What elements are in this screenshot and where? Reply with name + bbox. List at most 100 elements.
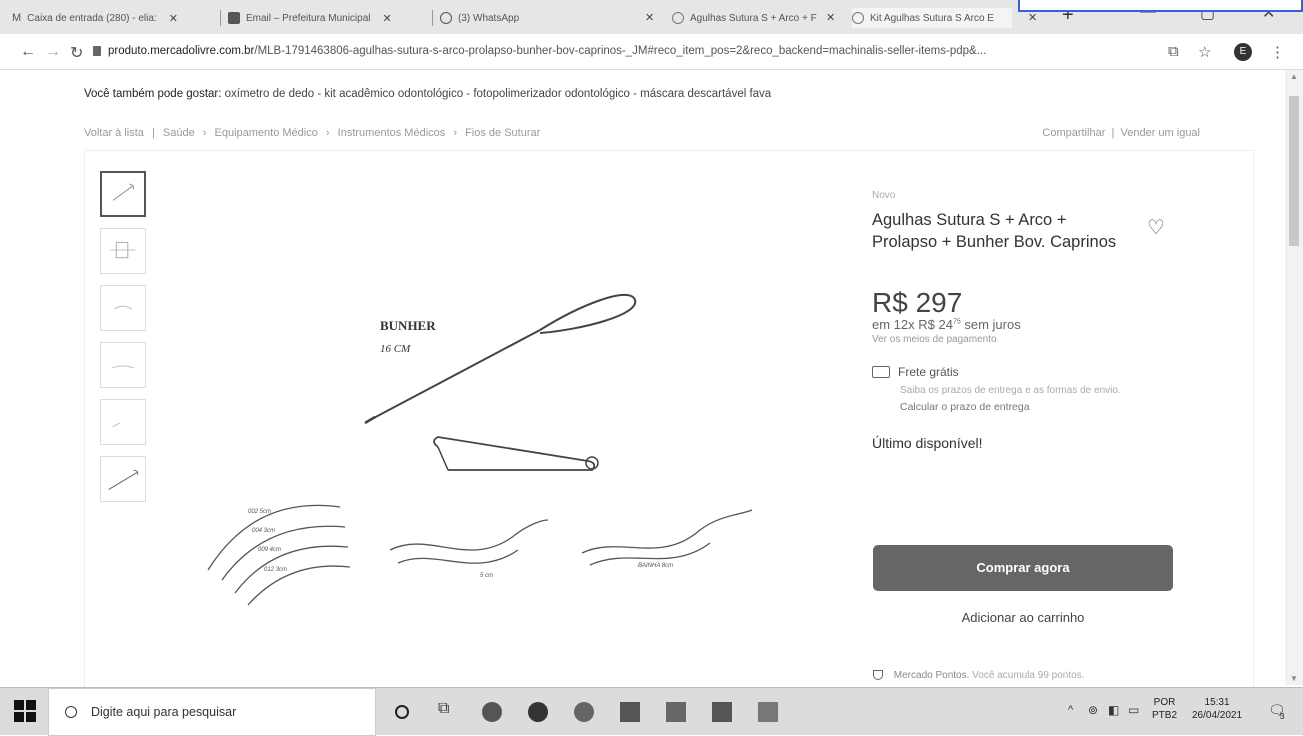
forward-arrow-icon[interactable]: → <box>45 43 61 61</box>
breadcrumb-item[interactable]: Equipamento Médico <box>215 127 318 139</box>
language-indicator[interactable]: POR PTB2 <box>1152 696 1177 722</box>
prolapse-pin-drawing <box>433 436 599 471</box>
installments-suffix: sem juros <box>964 317 1021 332</box>
taskbar-search-input[interactable]: Digite aqui para pesquisar <box>48 688 376 736</box>
windows-start-icon[interactable] <box>14 700 36 722</box>
arc-needles-drawing <box>207 504 351 606</box>
points-label: Mercado Pontos. <box>893 670 970 681</box>
product-info-panel: Novo Agulhas Sutura S + Arco + Prolapso … <box>872 190 1172 451</box>
thumbnail-6[interactable] <box>100 456 146 502</box>
close-icon[interactable]: ✕ <box>645 11 654 24</box>
clock-date: 26/04/2021 <box>1192 710 1243 721</box>
word-icon[interactable] <box>666 702 686 722</box>
s-needle-label: 5 cm <box>480 573 493 579</box>
chevron-right-icon: › <box>202 127 207 139</box>
breadcrumb-separator: | <box>151 127 155 139</box>
close-icon[interactable]: ✕ <box>383 12 392 25</box>
scroll-down-icon[interactable]: ▼ <box>1290 674 1298 683</box>
page-scrollbar[interactable]: ▲ ▼ <box>1285 70 1303 685</box>
thumbnail-5[interactable] <box>100 399 146 445</box>
truck-icon <box>872 366 890 378</box>
close-icon[interactable]: ✕ <box>1028 11 1037 24</box>
back-to-list-link[interactable]: Voltar à lista <box>84 127 144 139</box>
volume-icon[interactable]: ◧ <box>1108 703 1119 717</box>
s-needle-2-drawing <box>581 509 753 566</box>
product-main-image[interactable]: BUNHER 16 CM 002 5cm 004 3cm 009 4cm 012… <box>180 175 820 635</box>
url-host: produto.mercadolivre.com.br <box>108 45 255 57</box>
app-icon[interactable] <box>712 702 732 722</box>
address-bar: ← → ↻ produto.mercadolivre.com.br/MLB-17… <box>0 34 1303 70</box>
scroll-thumb[interactable] <box>1289 96 1299 246</box>
thumbnail-2[interactable] <box>100 228 146 274</box>
close-icon[interactable]: ✕ <box>826 11 835 24</box>
outlook-icon <box>228 12 240 24</box>
edge-icon[interactable] <box>574 702 594 722</box>
tab-whatsapp[interactable]: (3) WhatsApp <box>440 8 640 28</box>
s-needle-label: BAINHA 8cm <box>638 563 673 569</box>
task-view-icon[interactable]: ⧉ <box>438 700 458 720</box>
windows-taskbar: Digite aqui para pesquisar ⧉ ^ ⊚ ◧ ▭ POR… <box>0 687 1303 736</box>
points-text: Você acumula 99 pontos. <box>972 670 1085 681</box>
sell-similar-link[interactable]: Vender um igual <box>1121 127 1201 139</box>
tab-gmail[interactable]: M Caixa de entrada (280) - elia: ✕ <box>12 8 217 28</box>
translate-icon[interactable]: ⧉ <box>1168 43 1179 60</box>
app-icon[interactable] <box>482 702 502 722</box>
breadcrumb-item[interactable]: Instrumentos Médicos <box>338 127 446 139</box>
clock[interactable]: 15:31 26/04/2021 <box>1192 696 1242 722</box>
clock-time: 15:31 <box>1204 697 1230 708</box>
image-label-title: BUNHER <box>380 318 436 333</box>
share-link[interactable]: Compartilhar <box>1042 127 1105 139</box>
heart-icon[interactable]: ♡ <box>1147 215 1165 240</box>
mercadolivre-icon <box>852 12 864 24</box>
suggest-label: Você também pode gostar: <box>84 88 222 100</box>
chrome-icon[interactable] <box>528 702 548 722</box>
tray-chevron-up-icon[interactable]: ^ <box>1068 704 1073 716</box>
tab-agulhas-sutura[interactable]: Agulhas Sutura S + Arco + F <box>672 8 842 28</box>
tab-kit-agulhas[interactable]: Kit Agulhas Sutura S Arco E <box>852 8 1012 28</box>
thumbnail-3[interactable] <box>100 285 146 331</box>
shipping-label: Frete grátis <box>898 365 959 379</box>
reload-icon[interactable]: ↻ <box>70 43 83 63</box>
close-icon[interactable]: ✕ <box>169 12 178 25</box>
url-path: /MLB-1791463806-agulhas-sutura-s-arco-pr… <box>254 45 987 57</box>
breadcrumb-item[interactable]: Saúde <box>163 127 195 139</box>
profile-avatar[interactable]: E <box>1234 43 1252 61</box>
payment-methods-link[interactable]: Ver os meios de pagamento <box>872 334 1172 345</box>
browser-tab-bar: M Caixa de entrada (280) - elia: ✕ Email… <box>0 0 1303 34</box>
back-arrow-icon[interactable]: ← <box>20 43 36 61</box>
file-explorer-icon[interactable] <box>620 702 640 722</box>
cortana-icon[interactable] <box>395 705 409 719</box>
tab-label: Kit Agulhas Sutura S Arco E <box>870 12 994 24</box>
suggest-links[interactable]: oxímetro de dedo - kit acadêmico odontol… <box>225 88 772 100</box>
breadcrumb-item[interactable]: Fios de Suturar <box>465 127 540 139</box>
arc-label: 002 5cm <box>248 509 271 515</box>
tab-label: Agulhas Sutura S + Arco + F <box>690 12 817 24</box>
shipping-calc-link[interactable]: Calcular o prazo de entrega <box>900 401 1172 413</box>
shipping-sub-link[interactable]: Saiba os prazos de entrega e as formas d… <box>900 384 1155 397</box>
buy-now-button[interactable]: Comprar agora <box>873 545 1173 591</box>
image-label-size: 16 CM <box>380 343 411 355</box>
whatsapp-icon <box>440 12 452 24</box>
overlay-popup <box>1018 0 1303 12</box>
thumbnail-1[interactable] <box>100 171 146 217</box>
excel-icon[interactable] <box>758 702 778 722</box>
chevron-right-icon: › <box>325 127 330 139</box>
condition-label: Novo <box>872 190 896 201</box>
tab-email-prefeitura[interactable]: Email – Prefeitura Municipal ✕ <box>228 8 428 28</box>
network-icon[interactable]: ⊚ <box>1088 703 1098 717</box>
thumbnail-4[interactable] <box>100 342 146 388</box>
mercadolivre-icon <box>672 12 684 24</box>
keyboard-layout: PTB2 <box>1152 710 1178 721</box>
suggestions-bar: Você também pode gostar: oxímetro de ded… <box>84 88 771 100</box>
share-actions: Compartilhar | Vender um igual <box>1042 127 1200 139</box>
bookmark-star-icon[interactable]: ☆ <box>1198 43 1211 61</box>
arc-label: 004 3cm <box>252 528 275 534</box>
display-icon[interactable]: ▭ <box>1128 703 1139 717</box>
installments: em 12x R$ 2475 sem juros <box>872 317 1172 332</box>
url-input[interactable]: produto.mercadolivre.com.br/MLB-17914638… <box>108 45 1148 57</box>
tab-separator <box>220 10 221 26</box>
scroll-up-icon[interactable]: ▲ <box>1290 72 1298 81</box>
menu-kebab-icon[interactable]: ⋮ <box>1270 43 1285 61</box>
add-to-cart-button[interactable]: Adicionar ao carrinho <box>873 610 1173 625</box>
stock-status: Último disponível! <box>872 435 983 451</box>
